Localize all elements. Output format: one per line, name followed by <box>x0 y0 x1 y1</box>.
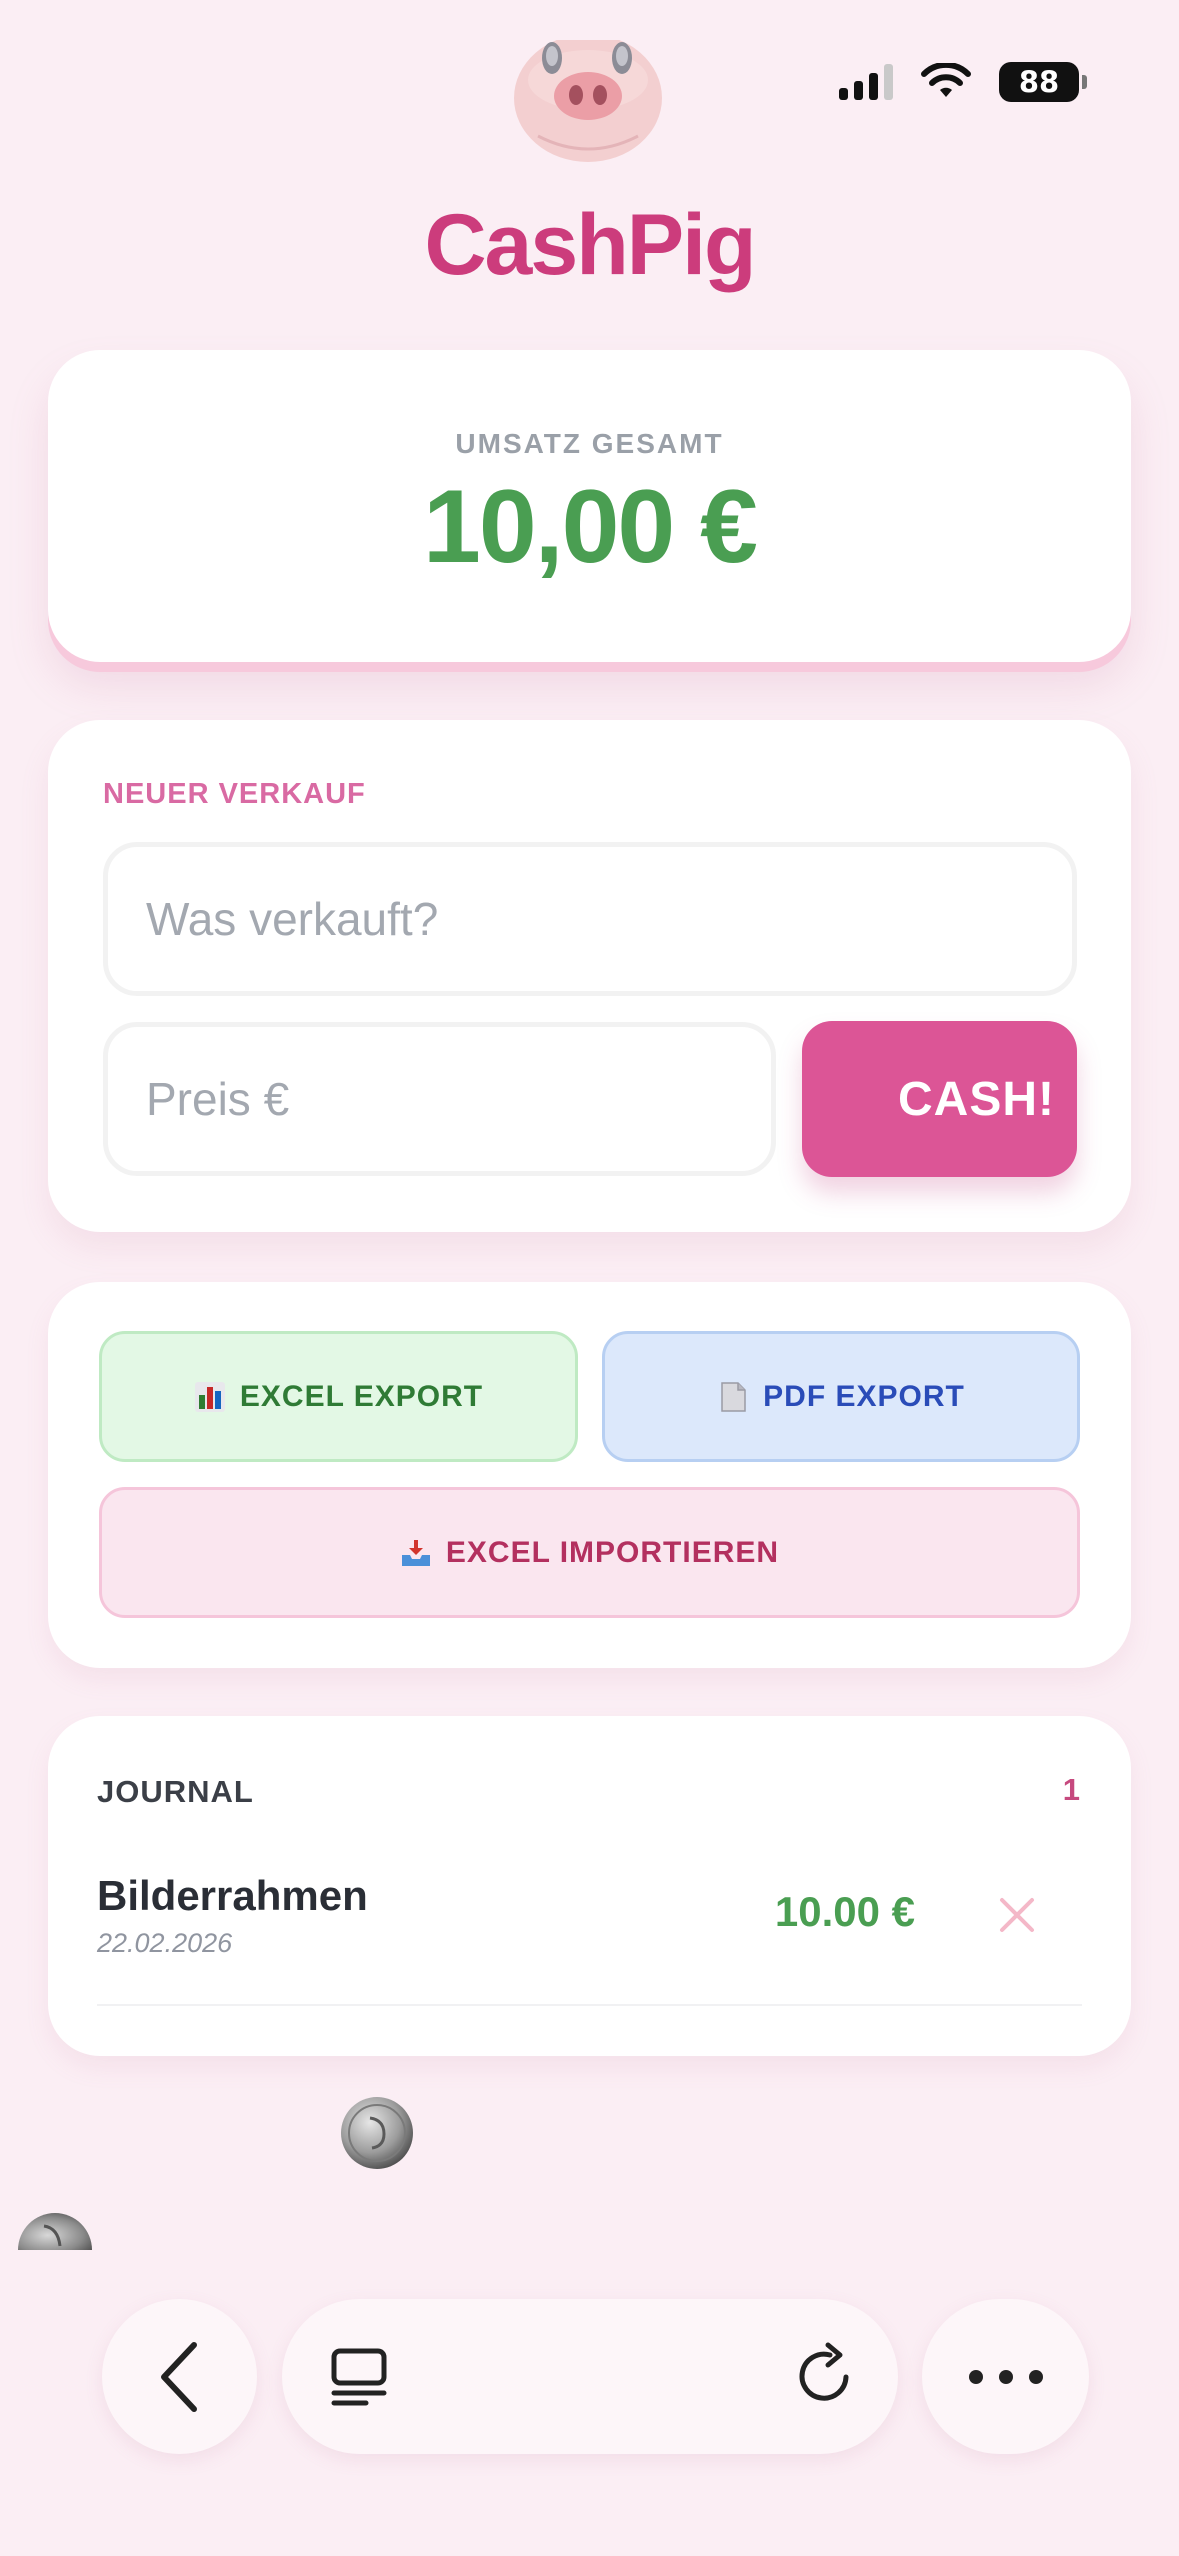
journal-label: JOURNAL <box>97 1774 254 1809</box>
app-title: CashPig <box>424 197 756 293</box>
price-input[interactable] <box>103 1022 776 1176</box>
document-icon <box>721 1381 746 1412</box>
excel-export-button[interactable]: EXCEL EXPORT <box>99 1331 578 1462</box>
pig-logo-icon <box>514 40 662 162</box>
cash-button[interactable]: CASH! <box>802 1021 1077 1177</box>
divider <box>97 2004 1082 2006</box>
entry-date: 22.02.2026 <box>97 1928 233 1958</box>
excel-import-label: EXCEL IMPORTIEREN <box>445 1535 780 1569</box>
new-sale-label: NEUER VERKAUF <box>103 778 366 810</box>
bar-chart-icon <box>194 1381 225 1412</box>
total-label: UMSATZ GESAMT <box>455 428 724 459</box>
coin-icon <box>18 2213 92 2250</box>
reload-icon[interactable] <box>788 2339 862 2413</box>
address-bar[interactable] <box>282 2299 898 2454</box>
delete-icon[interactable] <box>994 1892 1040 1938</box>
journal-count: 1 <box>1062 1772 1080 1807</box>
item-input[interactable] <box>103 842 1077 996</box>
pdf-export-button[interactable]: PDF EXPORT <box>602 1331 1080 1462</box>
inbox-tray-icon <box>401 1539 430 1566</box>
status-icons: 88 <box>839 62 1087 102</box>
entry-amount: 10.00 € <box>774 1888 915 1935</box>
excel-export-label: EXCEL EXPORT <box>239 1379 484 1413</box>
battery-icon: 88 <box>999 62 1087 102</box>
total-value: 10,00 € <box>423 469 758 585</box>
more-button[interactable] <box>922 2299 1089 2454</box>
entry-name: Bilderrahmen <box>97 1872 368 1919</box>
excel-import-button[interactable]: EXCEL IMPORTIEREN <box>99 1487 1080 1618</box>
back-icon <box>160 2341 197 2412</box>
wifi-icon <box>921 63 971 97</box>
cellular-signal-icon <box>839 64 893 100</box>
tabs-icon[interactable] <box>326 2343 392 2409</box>
back-button[interactable] <box>102 2299 257 2454</box>
pdf-export-label: PDF EXPORT <box>763 1379 965 1413</box>
more-icon <box>968 2369 1043 2384</box>
coin-icon <box>341 2097 413 2169</box>
